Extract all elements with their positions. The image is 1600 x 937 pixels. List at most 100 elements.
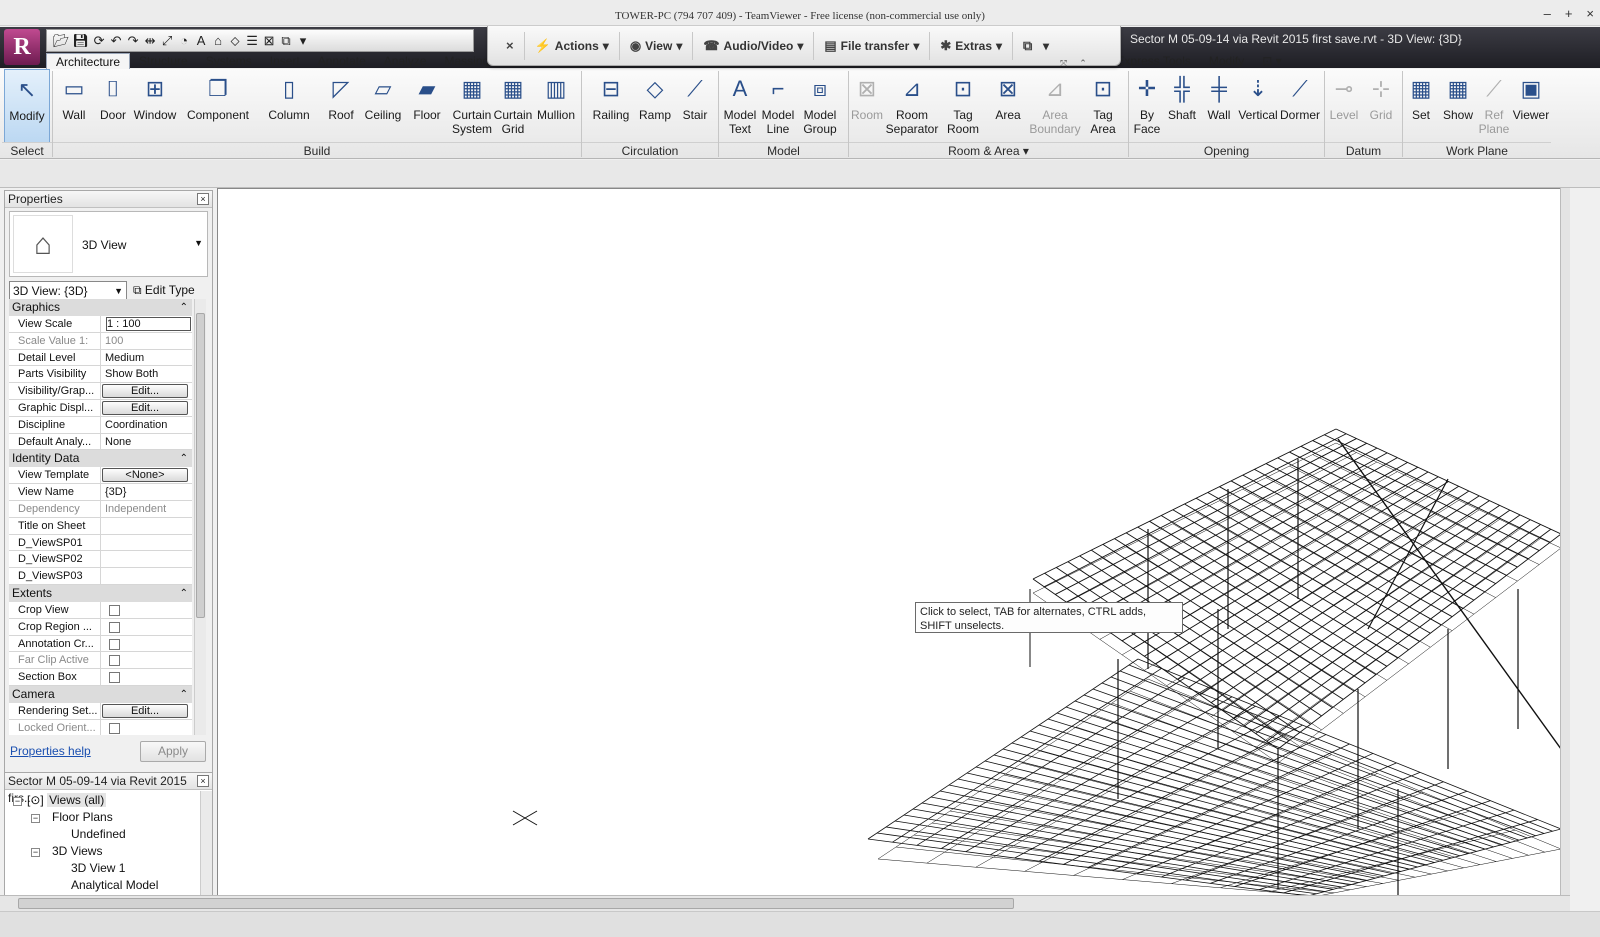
canvas-vertical-scrollbar[interactable] xyxy=(1560,188,1570,895)
window-tool[interactable]: ⊞ Window xyxy=(132,69,178,143)
properties-help-link[interactable]: Properties help xyxy=(10,744,91,758)
room-separator-tool[interactable]: ⊿ Room Separator xyxy=(886,69,939,143)
collapse-toggle[interactable]: − xyxy=(31,848,40,857)
3d-view-icon[interactable]: ⌂ xyxy=(211,33,225,48)
fullscreen-icon[interactable]: ⤧ xyxy=(1060,58,1067,69)
view-instance-dropdown[interactable]: 3D View: {3D} ▼ xyxy=(9,281,127,301)
prop-value[interactable]: {3D} xyxy=(101,484,192,500)
tab-systems[interactable]: Systems xyxy=(197,53,261,69)
minimize-button[interactable]: – xyxy=(1544,6,1551,21)
column-tool[interactable]: ▯ Column xyxy=(266,69,312,143)
canvas-horizontal-scrollbar[interactable] xyxy=(0,895,1570,911)
tv-audio-video-button[interactable]: ☎ Audio/Video ▾ xyxy=(693,31,815,60)
tree-3d-views[interactable]: 3D Views xyxy=(52,843,102,859)
dormer-tool[interactable]: ⟋ Dormer xyxy=(1280,69,1320,143)
curtain-system-tool[interactable]: ▦ Curtain System xyxy=(451,69,493,143)
group-identity-data[interactable]: Identity Data ⌃ xyxy=(9,450,192,468)
prop-value[interactable]: Show Both xyxy=(101,366,192,382)
ref-plane-tool[interactable]: ⟋ Ref Plane xyxy=(1476,69,1512,143)
tab-structure[interactable]: Structure xyxy=(130,53,197,69)
tag-area-tool[interactable]: ⊡ Tag Area xyxy=(1084,69,1122,143)
graphic-display-edit-button[interactable]: Edit... xyxy=(102,400,188,415)
set-tool[interactable]: ▦ Set xyxy=(1404,69,1438,143)
prop-value[interactable] xyxy=(101,535,192,551)
rendering-edit-button[interactable]: Edit... xyxy=(102,703,188,718)
ceiling-tool[interactable]: ▱ Ceiling xyxy=(362,69,404,143)
level-tool[interactable]: ⊸ Level xyxy=(1326,69,1362,143)
prop-value[interactable]: Medium xyxy=(101,350,192,366)
section-icon[interactable]: ⬦ xyxy=(228,33,242,49)
tv-actions-button[interactable]: ⚡ Actions ▾ xyxy=(525,31,620,60)
component-tool[interactable]: ❐ Component xyxy=(185,69,251,143)
properties-scrollbar[interactable] xyxy=(194,299,206,735)
vertical-tool[interactable]: ⇣ Vertical xyxy=(1236,69,1280,143)
tab-annotate[interactable]: Annotate xyxy=(309,53,375,69)
curtain-grid-tool[interactable]: ▦ Curtain Grid xyxy=(492,69,534,143)
prop-value[interactable]: None xyxy=(101,434,192,450)
collapse-toggle[interactable]: − xyxy=(13,797,22,806)
prop-value[interactable]: Coordination xyxy=(101,417,192,433)
scrollbar-thumb[interactable] xyxy=(18,898,1014,909)
close-button[interactable]: × xyxy=(1586,6,1594,21)
maximize-button[interactable]: + xyxy=(1565,6,1573,21)
close-icon[interactable]: × xyxy=(197,775,209,787)
tab-analyze[interactable]: Analyze xyxy=(375,53,436,69)
text-icon[interactable]: A xyxy=(194,33,208,48)
railing-tool[interactable]: ⊟ Railing xyxy=(589,69,633,143)
apply-button[interactable]: Apply xyxy=(140,741,206,762)
visibility-edit-button[interactable]: Edit... xyxy=(102,384,188,399)
floor-tool[interactable]: ▰ Floor xyxy=(408,69,446,143)
open-icon[interactable]: 📂︎ xyxy=(53,33,70,49)
edit-type-button[interactable]: ⧉ Edit Type xyxy=(133,281,195,299)
view-template-button[interactable]: <None> xyxy=(102,468,188,483)
by-face-tool[interactable]: ✛ By Face xyxy=(1130,69,1164,143)
project-browser-scrollbar[interactable] xyxy=(200,791,212,896)
stair-tool[interactable]: ⟋ Stair xyxy=(676,69,714,143)
model-text-tool[interactable]: A Model Text xyxy=(720,69,760,143)
shaft-tool[interactable]: ╬ Shaft xyxy=(1163,69,1201,143)
save-icon[interactable]: 💾︎ xyxy=(73,33,90,49)
panel-select[interactable]: Select xyxy=(2,142,52,158)
grid-tool[interactable]: ⊹ Grid xyxy=(1363,69,1399,143)
tree-undefined[interactable]: Undefined xyxy=(71,826,126,842)
modify-tool[interactable]: ↖ Modify xyxy=(4,69,50,143)
qat-dropdown-icon[interactable]: ▾ xyxy=(296,33,310,49)
tab-insert[interactable]: Insert xyxy=(261,53,309,69)
tab-architecture[interactable]: Architecture xyxy=(46,53,131,69)
model-group-tool[interactable]: ⧈ Model Group xyxy=(798,69,842,143)
roof-tool[interactable]: ◸ Roof xyxy=(322,69,360,143)
mullion-tool[interactable]: ▥ Mullion xyxy=(533,69,579,143)
tree-analytical-model[interactable]: Analytical Model xyxy=(71,877,158,893)
tree-floor-plans[interactable]: Floor Plans xyxy=(52,809,113,825)
wall-tool[interactable]: ▭ Wall xyxy=(57,69,91,143)
tv-windows-button[interactable]: ⧉ ▾ xyxy=(1013,32,1059,60)
prop-value[interactable] xyxy=(101,551,192,567)
tv-close-session-button[interactable]: × xyxy=(496,31,525,60)
tab-modify[interactable]: Modify xyxy=(1200,53,1253,69)
type-selector[interactable]: ⌂ 3D View ▼ xyxy=(9,211,208,277)
section-box-checkbox[interactable] xyxy=(109,672,120,684)
model-line-tool[interactable]: ⌐ Model Line xyxy=(759,69,797,143)
tv-extras-button[interactable]: ✱ Extras ▾ xyxy=(930,31,1014,60)
area-boundary-tool[interactable]: ⊿ Area Boundary xyxy=(1029,69,1080,143)
panel-room-area[interactable]: Room & Area ▾ xyxy=(849,142,1128,158)
close-icon[interactable]: × xyxy=(197,193,209,205)
viewer-tool[interactable]: ▣ Viewer xyxy=(1512,69,1550,143)
drawing-canvas[interactable]: Click to select, TAB for alternates, CTR… xyxy=(217,188,1560,895)
undo-icon[interactable]: ↶ xyxy=(109,33,123,49)
room-tool[interactable]: ⊠ Room xyxy=(849,69,885,143)
thin-lines-icon[interactable]: ☰ xyxy=(245,33,259,49)
redo-icon[interactable]: ↷ xyxy=(126,33,140,49)
opening-wall-tool[interactable]: ╪ Wall xyxy=(1202,69,1236,143)
ramp-tool[interactable]: ◇ Ramp xyxy=(637,69,673,143)
measure-icon[interactable]: ⇹ xyxy=(143,33,157,49)
tag-room-tool[interactable]: ⊡ Tag Room xyxy=(944,69,982,143)
prop-value[interactable] xyxy=(101,518,192,534)
collapse-panel-icon[interactable]: ⌃ xyxy=(1079,58,1087,69)
switch-windows-icon[interactable]: ⧉ xyxy=(279,33,293,49)
area-tool[interactable]: ⊠ Area xyxy=(989,69,1027,143)
show-tool[interactable]: ▦ Show xyxy=(1439,69,1477,143)
tree-3d-view-1[interactable]: 3D View 1 xyxy=(71,860,125,876)
door-tool[interactable]: ⌷ Door xyxy=(96,69,130,143)
annotation-crop-checkbox[interactable] xyxy=(109,638,120,650)
